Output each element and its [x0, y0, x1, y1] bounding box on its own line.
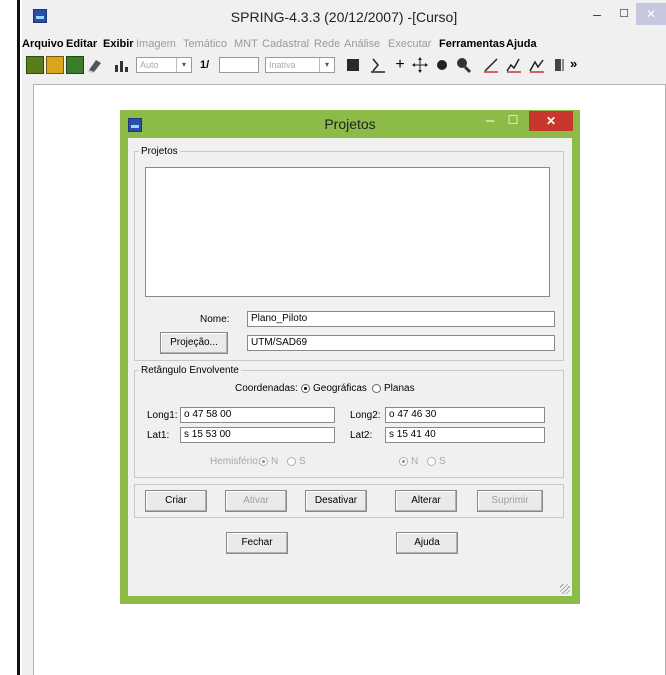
ativar-button[interactable]: Ativar	[225, 490, 287, 512]
point-icon[interactable]	[433, 56, 451, 74]
chevron-down-icon: ▾	[319, 58, 334, 72]
scale-input[interactable]	[219, 57, 259, 73]
window-left-edge	[17, 0, 20, 675]
actions-group: Criar Ativar Desativar Alterar Suprimir	[134, 484, 564, 518]
projetos-dialog: Projetos – ☐ ✕ Projetos Nome: Plano_Pilo…	[120, 110, 580, 604]
long2-label: Long2:	[350, 410, 381, 421]
planas-label: Planas	[384, 383, 415, 394]
scale-label: 1/	[200, 59, 210, 71]
criar-button[interactable]: Criar	[145, 490, 207, 512]
project-icon[interactable]	[46, 56, 64, 74]
eraser-icon[interactable]	[86, 56, 104, 74]
menu-editar[interactable]: Editar	[66, 38, 97, 50]
alterar-button[interactable]: Alterar	[395, 490, 457, 512]
dialog-body: Projetos Nome: Plano_Piloto Projeção... …	[128, 138, 572, 596]
geograficas-radio[interactable]	[301, 384, 310, 393]
hemisferio-1-n-label: N	[271, 456, 279, 467]
window-title: SPRING-4.3.3 (20/12/2007) -[Curso]	[230, 9, 458, 25]
desativar-button[interactable]: Desativar	[305, 490, 367, 512]
bar-chart-icon[interactable]	[112, 56, 130, 74]
menu-imagem[interactable]: Imagem	[136, 38, 176, 50]
suprimir-button[interactable]: Suprimir	[477, 490, 543, 512]
auto-combo-value: Auto	[140, 60, 159, 70]
move-icon[interactable]	[411, 56, 429, 74]
profile-alt-icon[interactable]	[528, 56, 546, 74]
menu-ajuda[interactable]: Ajuda	[506, 38, 537, 50]
hemisferio-2-n-label: N	[411, 456, 419, 467]
menu-rede[interactable]: Rede	[314, 38, 340, 50]
mode-combo[interactable]: Inativa ▾	[265, 57, 335, 73]
zoom-icon[interactable]	[454, 56, 472, 74]
menu-analise[interactable]: Análise	[344, 38, 380, 50]
hemisferio-1-s-label: S	[299, 456, 306, 467]
retangulo-group-label: Retângulo Envolvente	[141, 365, 239, 376]
mode-combo-value: Inativa	[269, 60, 296, 70]
hemisferio-2-n-radio[interactable]	[399, 457, 408, 466]
plus-icon[interactable]: +	[391, 56, 409, 74]
long1-field[interactable]: o 47 58 00	[180, 407, 335, 423]
line-icon[interactable]	[482, 56, 500, 74]
hemisferio-1-s-radio[interactable]	[287, 457, 296, 466]
toolbar-overflow-icon[interactable]: »	[570, 56, 577, 71]
close-button[interactable]: ✕	[636, 3, 666, 25]
fechar-button[interactable]: Fechar	[226, 532, 288, 554]
projecao-field[interactable]: UTM/SAD69	[247, 335, 555, 351]
maximize-button[interactable]: ☐	[617, 8, 631, 22]
chevron-down-icon: ▾	[176, 58, 191, 72]
retangulo-group: Retângulo Envolvente Coordenadas: Geográ…	[134, 365, 564, 478]
menu-tematico[interactable]: Temático	[183, 38, 227, 50]
menu-arquivo[interactable]: Arquivo	[22, 38, 64, 50]
projetos-group-label: Projetos	[141, 146, 178, 157]
ajuda-button[interactable]: Ajuda	[396, 532, 458, 554]
hemisferio-2-s-radio[interactable]	[427, 457, 436, 466]
title-bar: SPRING-4.3.3 (20/12/2007) -[Curso] – ☐ ✕	[22, 0, 666, 34]
lat2-field[interactable]: s 15 41 40	[385, 427, 545, 443]
dialog-minimize-button[interactable]: –	[483, 112, 497, 129]
dialog-close-button[interactable]: ✕	[529, 111, 573, 131]
hemisferio-label: Hemisfério:	[210, 456, 261, 467]
nome-field[interactable]: Plano_Piloto	[247, 311, 555, 327]
dialog-maximize-button[interactable]: ☐	[506, 113, 520, 127]
long1-label: Long1:	[147, 410, 178, 421]
lat2-label: Lat2:	[350, 430, 373, 441]
hemisferio-1-n-radio[interactable]	[259, 457, 268, 466]
lat1-label: Lat1:	[147, 430, 170, 441]
projecao-button[interactable]: Projeção...	[160, 332, 228, 354]
import-icon[interactable]	[369, 56, 387, 74]
database-icon[interactable]	[26, 56, 44, 74]
resize-grip-icon[interactable]	[560, 584, 570, 594]
menu-executar[interactable]: Executar	[388, 38, 431, 50]
menu-mnt[interactable]: MNT	[234, 38, 258, 50]
menu-exibir[interactable]: Exibir	[103, 38, 134, 50]
auto-combo[interactable]: Auto ▾	[136, 57, 192, 73]
layers-icon[interactable]	[66, 56, 84, 74]
menu-bar: Arquivo Editar Exibir Imagem Temático MN…	[22, 34, 666, 54]
hemisferio-2-s-label: S	[439, 456, 446, 467]
projetos-group: Projetos Nome: Plano_Piloto Projeção... …	[134, 146, 564, 361]
projects-listbox[interactable]	[145, 167, 550, 297]
menu-cadastral[interactable]: Cadastral	[262, 38, 309, 50]
toolbar: Auto ▾ 1/ Inativa ▾ + »	[22, 53, 666, 79]
fill-square-icon[interactable]	[344, 56, 362, 74]
lat1-field[interactable]: s 15 53 00	[180, 427, 335, 443]
nome-label: Nome:	[200, 314, 230, 325]
geograficas-label: Geográficas	[313, 383, 367, 394]
minimize-button[interactable]: –	[590, 7, 604, 22]
long2-field[interactable]: o 47 46 30	[385, 407, 545, 423]
menu-ferramentas[interactable]: Ferramentas	[439, 38, 505, 50]
profile-icon[interactable]	[505, 56, 523, 74]
coordenadas-label: Coordenadas:	[235, 383, 298, 394]
panel-icon[interactable]	[551, 56, 569, 74]
planas-radio[interactable]	[372, 384, 381, 393]
